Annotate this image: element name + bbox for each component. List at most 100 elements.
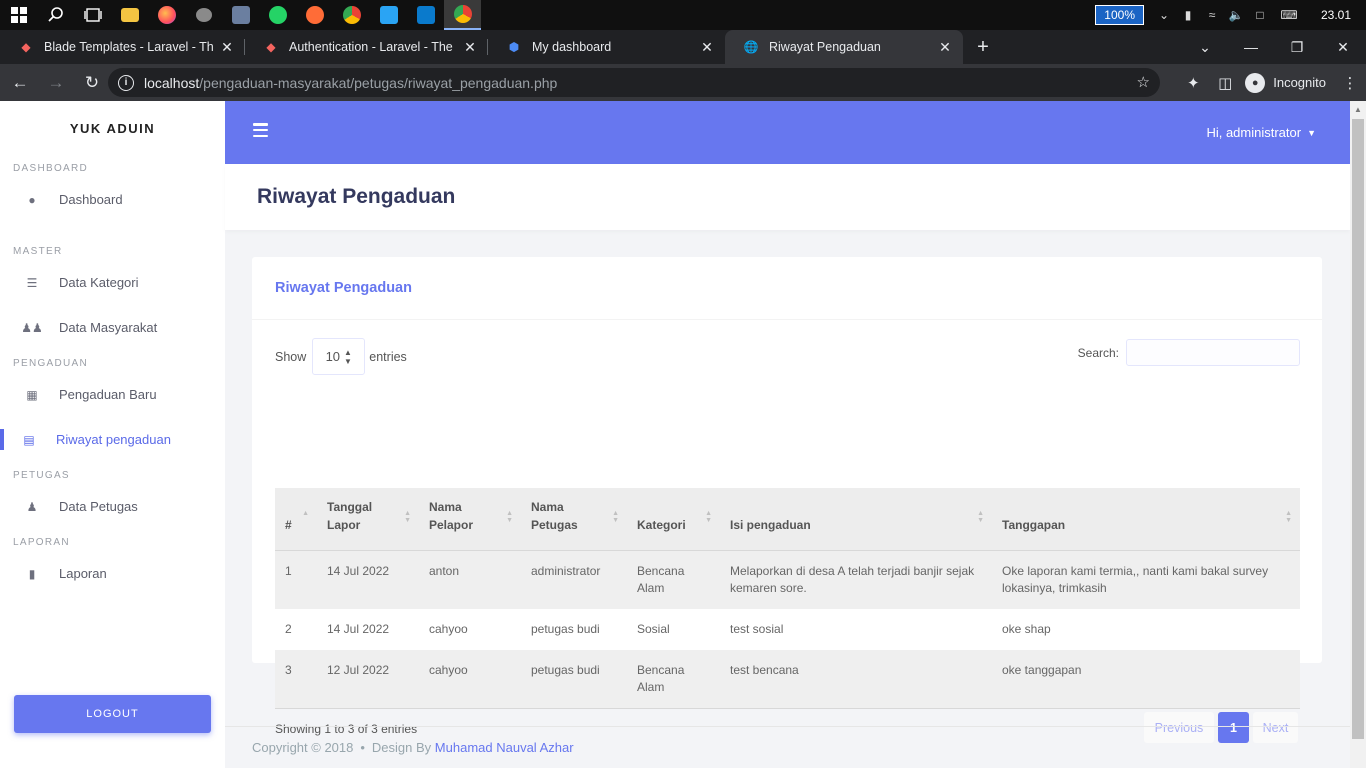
table-cell: oke tanggapan [992, 649, 1300, 709]
brand-logo[interactable]: YUK ADUIN [0, 101, 225, 155]
notification-icon[interactable]: □ [1248, 0, 1272, 30]
new-tab-button[interactable]: + [963, 30, 1003, 64]
photos-icon[interactable] [222, 0, 259, 30]
wifi-icon[interactable]: ≈ [1200, 0, 1224, 30]
browser-tab-dashboard[interactable]: ⬢ My dashboard ✕ [488, 30, 725, 64]
keyboard-icon[interactable]: ⌨ [1272, 0, 1306, 30]
column-header-tanggapan[interactable]: Tanggapan ▲ ▼ [992, 488, 1300, 551]
file-explorer-icon[interactable] [111, 0, 148, 30]
task-view-icon[interactable] [74, 0, 111, 30]
column-header-number[interactable]: # ▲ [275, 488, 317, 551]
chevron-up-icon[interactable]: ⌄ [1152, 0, 1176, 30]
battery-icon[interactable]: ▮ [1176, 0, 1200, 30]
vscode-icon[interactable] [407, 0, 444, 30]
users-icon: ♟♟ [21, 320, 43, 335]
column-header-tanggal[interactable]: Tanggal Lapor ▲ ▼ [317, 488, 419, 551]
volume-icon[interactable]: 🔈 [1224, 0, 1248, 30]
card-header: Riwayat Pengaduan [252, 257, 1322, 320]
table-cell: cahyoo [429, 621, 468, 636]
tab-title: Authentication - Laravel - The PHP [289, 40, 456, 54]
table-cell: 3 [275, 649, 317, 709]
sidebar-item-label: Laporan [59, 566, 107, 581]
sidebar-item-laporan[interactable]: ▮ Laporan [0, 551, 225, 596]
reload-icon[interactable]: ↻ [76, 67, 108, 99]
card-title: Riwayat Pengaduan [275, 280, 412, 296]
app-store-icon[interactable] [370, 0, 407, 30]
extensions-icon[interactable]: ✦ [1177, 67, 1209, 99]
scroll-up-icon[interactable]: ▲ [1350, 101, 1366, 117]
site-info-icon[interactable]: i [118, 74, 134, 91]
close-icon[interactable]: ✕ [219, 39, 235, 56]
page-size-select[interactable]: 10 ▲ ▼ [312, 338, 366, 375]
footer: Copyright © 2018 • Design By Muhamad Nau… [225, 726, 1350, 768]
side-panel-icon[interactable]: ◫ [1209, 67, 1241, 99]
close-window-icon[interactable]: ✕ [1320, 30, 1366, 64]
shield-icon: ⬢ [508, 40, 520, 54]
logout-button[interactable]: LOGOUT [14, 695, 211, 733]
search-label: Search: [1077, 345, 1119, 360]
browser-tab-authentication[interactable]: ◆ Authentication - Laravel - The PHP ✕ [245, 30, 488, 64]
table-search: Search: [1078, 339, 1300, 366]
sidebar-item-kategori[interactable]: ☰ Data Kategori [0, 260, 225, 305]
whatsapp-icon[interactable] [259, 0, 296, 30]
page-title: Riwayat Pengaduan [257, 185, 456, 208]
sidebar-item-petugas[interactable]: ♟ Data Petugas [0, 484, 225, 529]
table-cell: oke shap [1002, 621, 1051, 636]
sidebar-item-riwayat[interactable]: ▤ Riwayat pengaduan [0, 417, 225, 462]
toolbar-actions: ✦ ◫ ● Incognito ⋮ [1177, 64, 1366, 101]
chrome-icon[interactable] [333, 0, 370, 30]
close-icon[interactable]: ✕ [462, 39, 478, 56]
postman-icon[interactable] [296, 0, 333, 30]
sort-icon: ▲ ▼ [506, 510, 513, 524]
chrome-active-icon[interactable] [444, 0, 481, 30]
tab-search-icon[interactable]: ⌄ [1182, 30, 1228, 64]
sidebar-item-label: Data Masyarakat [59, 320, 158, 335]
sort-icon: ▲ ▼ [1285, 510, 1292, 524]
windows-start-icon[interactable] [0, 0, 37, 30]
forward-icon[interactable]: → [40, 67, 72, 99]
table-cell: petugas budi [521, 649, 627, 709]
bullet-separator: • [360, 740, 365, 755]
laravel-icon: ◆ [266, 40, 276, 54]
table-cell: Bencana Alam [627, 649, 720, 709]
sidebar-heading-pengaduan: PENGADUAN [13, 358, 89, 369]
scrollbar-thumb[interactable] [1352, 119, 1364, 739]
bookmark-star-icon[interactable]: ☆ [1137, 73, 1150, 91]
address-bar[interactable]: i localhost/pengaduan-masyarakat/petugas… [108, 68, 1160, 97]
column-header-isi[interactable]: Isi pengaduan ▲ ▼ [720, 488, 992, 551]
close-icon[interactable]: ✕ [937, 39, 953, 56]
incognito-indicator[interactable]: ● Incognito [1245, 72, 1326, 93]
app-icon[interactable] [185, 0, 222, 30]
sidebar-item-masyarakat[interactable]: ♟♟ Data Masyarakat [0, 305, 225, 350]
restore-icon[interactable]: ❐ [1274, 30, 1320, 64]
page-scrollbar[interactable]: ▲ [1350, 101, 1366, 768]
column-header-petugas[interactable]: Nama Petugas ▲ ▼ [521, 488, 627, 551]
browser-tab-blade[interactable]: ◆ Blade Templates - Laravel - The PHP ✕ [0, 30, 245, 64]
table-cell: test bencana [720, 649, 992, 709]
search-input[interactable] [1126, 339, 1300, 366]
user-dropdown[interactable]: Hi, administrator ▼ [1206, 125, 1316, 140]
table-cell: 1 [285, 563, 292, 578]
browser-tab-riwayat[interactable]: 🌐 Riwayat Pengaduan ✕ [725, 30, 963, 64]
entries-label: entries [369, 349, 407, 364]
author-link[interactable]: Muhamad Nauval Azhar [435, 740, 574, 755]
back-icon[interactable]: ← [4, 67, 36, 99]
search-icon[interactable] [37, 0, 74, 30]
clock[interactable]: 23.01 [1306, 8, 1366, 22]
table-cell: test sosial [730, 621, 784, 636]
browser-menu-icon[interactable]: ⋮ [1334, 67, 1366, 99]
table-cell: 12 Jul 2022 [317, 649, 419, 709]
zoom-indicator[interactable]: 100% [1095, 5, 1144, 25]
close-icon[interactable]: ✕ [699, 39, 715, 56]
minimize-icon[interactable]: — [1228, 30, 1274, 64]
design-by-text: Design By [371, 740, 432, 755]
hamburger-menu-icon[interactable] [253, 123, 268, 137]
sidebar-item-pengaduan-baru[interactable]: ▦ Pengaduan Baru [0, 372, 225, 417]
sidebar-item-dashboard[interactable]: ● Dashboard [0, 177, 225, 222]
column-header-kategori[interactable]: Kategori ▲ ▼ [627, 488, 720, 551]
table-cell: Bencana Alam [637, 563, 685, 595]
firefox-icon[interactable] [148, 0, 185, 30]
history-card: Riwayat Pengaduan Show 10 ▲ ▼ entries Sea… [252, 257, 1322, 743]
column-header-pelapor[interactable]: Nama Pelapor ▲ ▼ [419, 488, 521, 551]
sort-icon: ▲ ▼ [705, 510, 712, 524]
